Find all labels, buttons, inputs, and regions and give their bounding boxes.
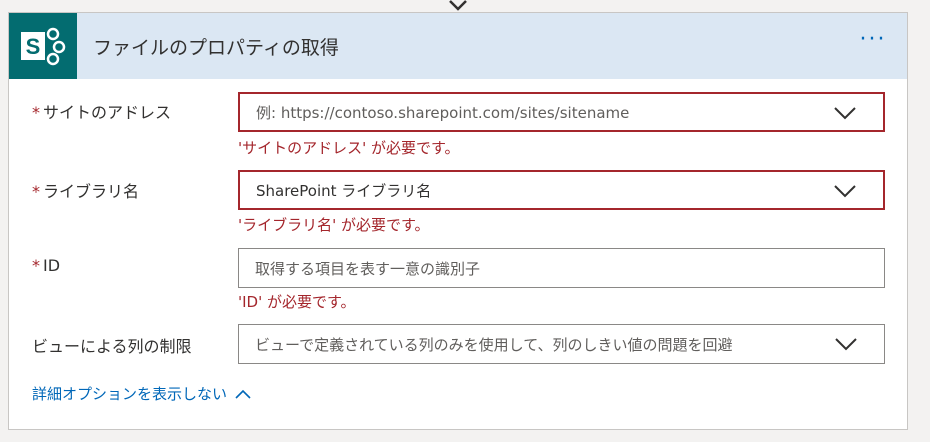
site-address-placeholder: 例: https://contoso.sharepoint.com/sites/… [256, 103, 630, 122]
library-name-label: * ライブラリ名 [32, 178, 139, 202]
card-header[interactable]: S ファイルのプロパティの取得 ··· [9, 13, 907, 79]
hide-advanced-options-link[interactable]: 詳細オプションを表示しない [32, 383, 251, 404]
action-card: S ファイルのプロパティの取得 ··· * サイトのアドレス 例: https:/… [8, 12, 908, 430]
sharepoint-icon-box: S [9, 13, 77, 79]
library-name-label-text: ライブラリ名 [43, 182, 140, 201]
view-limit-dropdown[interactable]: ビューで定義されている列のみを使用して、列のしきい値の問題を回避 [238, 324, 885, 364]
more-options-button[interactable]: ··· [855, 29, 891, 57]
chevron-down-icon[interactable] [833, 105, 857, 121]
site-address-error: 'サイトのアドレス' が必要です。 [238, 139, 460, 157]
site-address-dropdown[interactable]: 例: https://contoso.sharepoint.com/sites/… [238, 92, 885, 132]
chevron-down-icon[interactable] [834, 336, 858, 352]
required-mark: * [32, 103, 40, 122]
site-address-label: * サイトのアドレス [32, 99, 171, 123]
sharepoint-icon: S [21, 27, 66, 66]
library-name-dropdown[interactable]: SharePoint ライブラリ名 [238, 170, 885, 210]
svg-text:S: S [26, 34, 41, 59]
required-mark: * [32, 256, 40, 275]
id-error: 'ID' が必要です。 [238, 293, 356, 311]
chevron-down-icon[interactable] [833, 183, 857, 199]
view-limit-label: ビューによる列の制限 [32, 337, 192, 356]
site-address-label-text: サイトのアドレス [43, 103, 172, 122]
card-title: ファイルのプロパティの取得 [93, 37, 339, 59]
id-label: * ID [32, 256, 60, 275]
required-mark: * [32, 182, 40, 201]
id-input[interactable]: 取得する項目を表す一意の識別子 [238, 248, 885, 288]
library-name-error: 'ライブラリ名' が必要です。 [238, 216, 430, 234]
connector-arrow-icon [449, 0, 467, 11]
id-placeholder: 取得する項目を表す一意の識別子 [255, 259, 481, 278]
view-limit-placeholder: ビューで定義されている列のみを使用して、列のしきい値の問題を回避 [255, 335, 733, 354]
hide-advanced-options-label: 詳細オプションを表示しない [32, 385, 228, 403]
chevron-up-icon [235, 389, 251, 399]
id-label-text: ID [43, 256, 61, 275]
library-name-value: SharePoint ライブラリ名 [256, 181, 432, 200]
